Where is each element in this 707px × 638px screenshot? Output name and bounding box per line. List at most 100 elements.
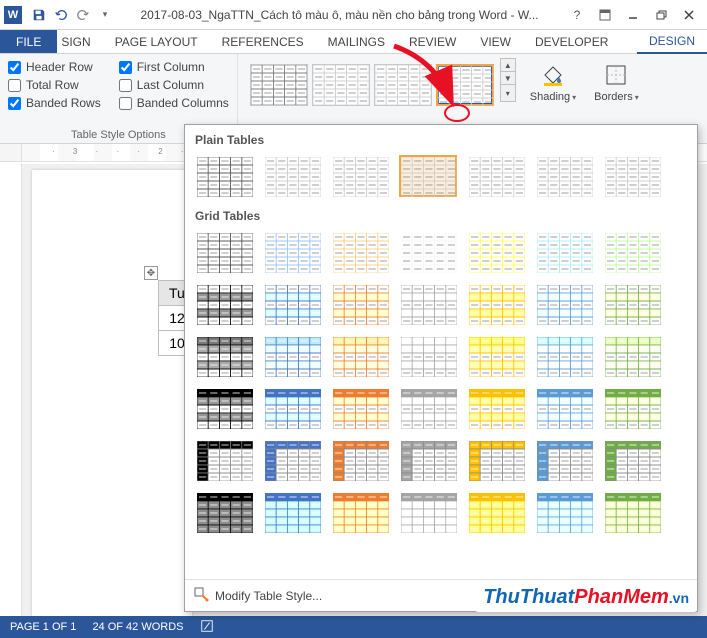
chk-banded-columns[interactable]: Banded Columns	[119, 96, 229, 110]
gallery-more-button[interactable]: ▾	[501, 85, 515, 101]
table-style-thumb-grid[interactable]	[535, 491, 593, 533]
restore-button[interactable]	[647, 4, 675, 26]
table-style-thumb-grid[interactable]	[399, 283, 457, 325]
table-style-thumb-grid[interactable]	[399, 335, 457, 377]
chk-last-column-label: Last Column	[137, 78, 204, 92]
table-style-thumb-grid[interactable]	[603, 387, 661, 429]
table-style-thumb-grid[interactable]	[195, 231, 253, 273]
table-style-thumb-grid[interactable]	[535, 231, 593, 273]
table-style-thumb-grid[interactable]	[263, 439, 321, 481]
tab-review[interactable]: REVIEW	[397, 30, 468, 53]
table-style-thumb-grid[interactable]	[399, 439, 457, 481]
table-style-thumb-grid[interactable]	[195, 439, 253, 481]
table-style-thumb-grid[interactable]	[331, 439, 389, 481]
table-style-thumb-grid[interactable]	[467, 283, 525, 325]
section-plain-tables: Plain Tables	[191, 129, 695, 153]
qat-undo-button[interactable]	[50, 4, 72, 26]
help-button[interactable]: ?	[563, 4, 591, 26]
table-style-thumb-plain[interactable]	[331, 155, 389, 197]
table-style-thumb-grid[interactable]	[195, 491, 253, 533]
table-styles-dropdown: Plain Tables Grid Tables Modify Table St…	[184, 124, 698, 612]
table-style-thumb-grid[interactable]	[263, 283, 321, 325]
table-move-handle[interactable]: ✥	[144, 266, 158, 280]
ribbon-style-thumb[interactable]	[312, 64, 370, 106]
chk-total-row[interactable]: Total Row	[8, 78, 101, 92]
table-style-thumb-grid[interactable]	[263, 231, 321, 273]
table-style-thumb-grid[interactable]	[331, 491, 389, 533]
tab-mailings[interactable]: MAILINGS	[316, 30, 397, 53]
table-style-thumb-grid[interactable]	[399, 491, 457, 533]
table-style-thumb-grid[interactable]	[535, 283, 593, 325]
table-style-thumb-plain[interactable]	[263, 155, 321, 197]
table-style-thumb-grid[interactable]	[467, 491, 525, 533]
ribbon-style-thumb[interactable]	[250, 64, 308, 106]
tab-view[interactable]: VIEW	[468, 30, 523, 53]
status-page[interactable]: PAGE 1 OF 1	[10, 621, 76, 633]
gallery-row-down-button[interactable]: ▼	[501, 72, 515, 85]
document-page: ✥ Tu 12 10	[32, 170, 192, 616]
table-style-thumb-grid[interactable]	[331, 335, 389, 377]
table-style-thumb-grid[interactable]	[467, 387, 525, 429]
table-style-thumb-grid[interactable]	[603, 335, 661, 377]
table-style-thumb-grid[interactable]	[467, 335, 525, 377]
chk-first-column-label: First Column	[137, 60, 205, 74]
chk-first-column[interactable]: First Column	[119, 60, 229, 74]
status-words[interactable]: 24 OF 42 WORDS	[92, 621, 183, 633]
qat-save-button[interactable]	[28, 4, 50, 26]
watermark-part1: ThuThuat	[483, 586, 574, 609]
table-style-thumb-grid[interactable]	[331, 231, 389, 273]
status-bar: PAGE 1 OF 1 24 OF 42 WORDS	[0, 616, 707, 638]
chk-header-row[interactable]: Header Row	[8, 60, 101, 74]
table-style-thumb-plain[interactable]	[603, 155, 661, 197]
borders-icon	[603, 62, 629, 88]
table-style-thumb-grid[interactable]	[535, 387, 593, 429]
table-style-thumb-plain[interactable]	[399, 155, 457, 197]
ribbon-display-options-button[interactable]	[591, 4, 619, 26]
watermark: ThuThuatPhanMem.vn	[475, 583, 697, 612]
table-style-thumb-grid[interactable]	[263, 491, 321, 533]
tab-page-layout[interactable]: PAGE LAYOUT	[103, 30, 210, 53]
table-style-thumb-grid[interactable]	[467, 231, 525, 273]
ribbon-style-thumb[interactable]	[374, 64, 432, 106]
table-style-thumb-grid[interactable]	[603, 231, 661, 273]
table-style-thumb-grid[interactable]	[195, 335, 253, 377]
chk-banded-columns-label: Banded Columns	[137, 96, 229, 110]
word-app-icon: W	[4, 6, 22, 24]
table-style-thumb-grid[interactable]	[535, 439, 593, 481]
tab-developer[interactable]: DEVELOPER	[523, 30, 620, 53]
table-style-thumb-grid[interactable]	[399, 231, 457, 273]
ruler-vertical[interactable]	[0, 164, 22, 616]
shading-label: Shading	[530, 91, 570, 103]
table-style-thumb-grid[interactable]	[467, 439, 525, 481]
table-style-thumb-grid[interactable]	[263, 387, 321, 429]
table-style-thumb-grid[interactable]	[195, 283, 253, 325]
chk-banded-rows-label: Banded Rows	[26, 96, 101, 110]
table-style-thumb-grid[interactable]	[603, 491, 661, 533]
chk-header-row-label: Header Row	[26, 60, 93, 74]
table-style-thumb-grid[interactable]	[535, 335, 593, 377]
table-style-thumb-plain[interactable]	[195, 155, 253, 197]
status-spellcheck-icon[interactable]	[200, 619, 214, 636]
file-tab[interactable]: FILE	[0, 30, 57, 53]
tab-design-partial[interactable]: SIGN	[57, 30, 102, 53]
close-button[interactable]	[675, 4, 703, 26]
chk-last-column[interactable]: Last Column	[119, 78, 229, 92]
qat-redo-button[interactable]	[72, 4, 94, 26]
chk-banded-rows[interactable]: Banded Rows	[8, 96, 101, 110]
tab-references[interactable]: REFERENCES	[210, 30, 316, 53]
table-style-thumb-grid[interactable]	[603, 283, 661, 325]
table-style-thumb-grid[interactable]	[399, 387, 457, 429]
minimize-button[interactable]	[619, 4, 647, 26]
tab-table-design[interactable]: DESIGN	[637, 30, 707, 54]
qat-customize-dropdown[interactable]: ▾	[94, 4, 116, 26]
table-style-thumb-grid[interactable]	[331, 387, 389, 429]
gallery-row-up-button[interactable]: ▲	[501, 59, 515, 72]
table-style-thumb-grid[interactable]	[331, 283, 389, 325]
table-style-thumb-grid[interactable]	[603, 439, 661, 481]
ribbon-style-thumb[interactable]	[436, 64, 494, 106]
chk-total-row-label: Total Row	[26, 78, 79, 92]
table-style-thumb-grid[interactable]	[195, 387, 253, 429]
table-style-thumb-grid[interactable]	[263, 335, 321, 377]
table-style-thumb-plain[interactable]	[535, 155, 593, 197]
table-style-thumb-plain[interactable]	[467, 155, 525, 197]
